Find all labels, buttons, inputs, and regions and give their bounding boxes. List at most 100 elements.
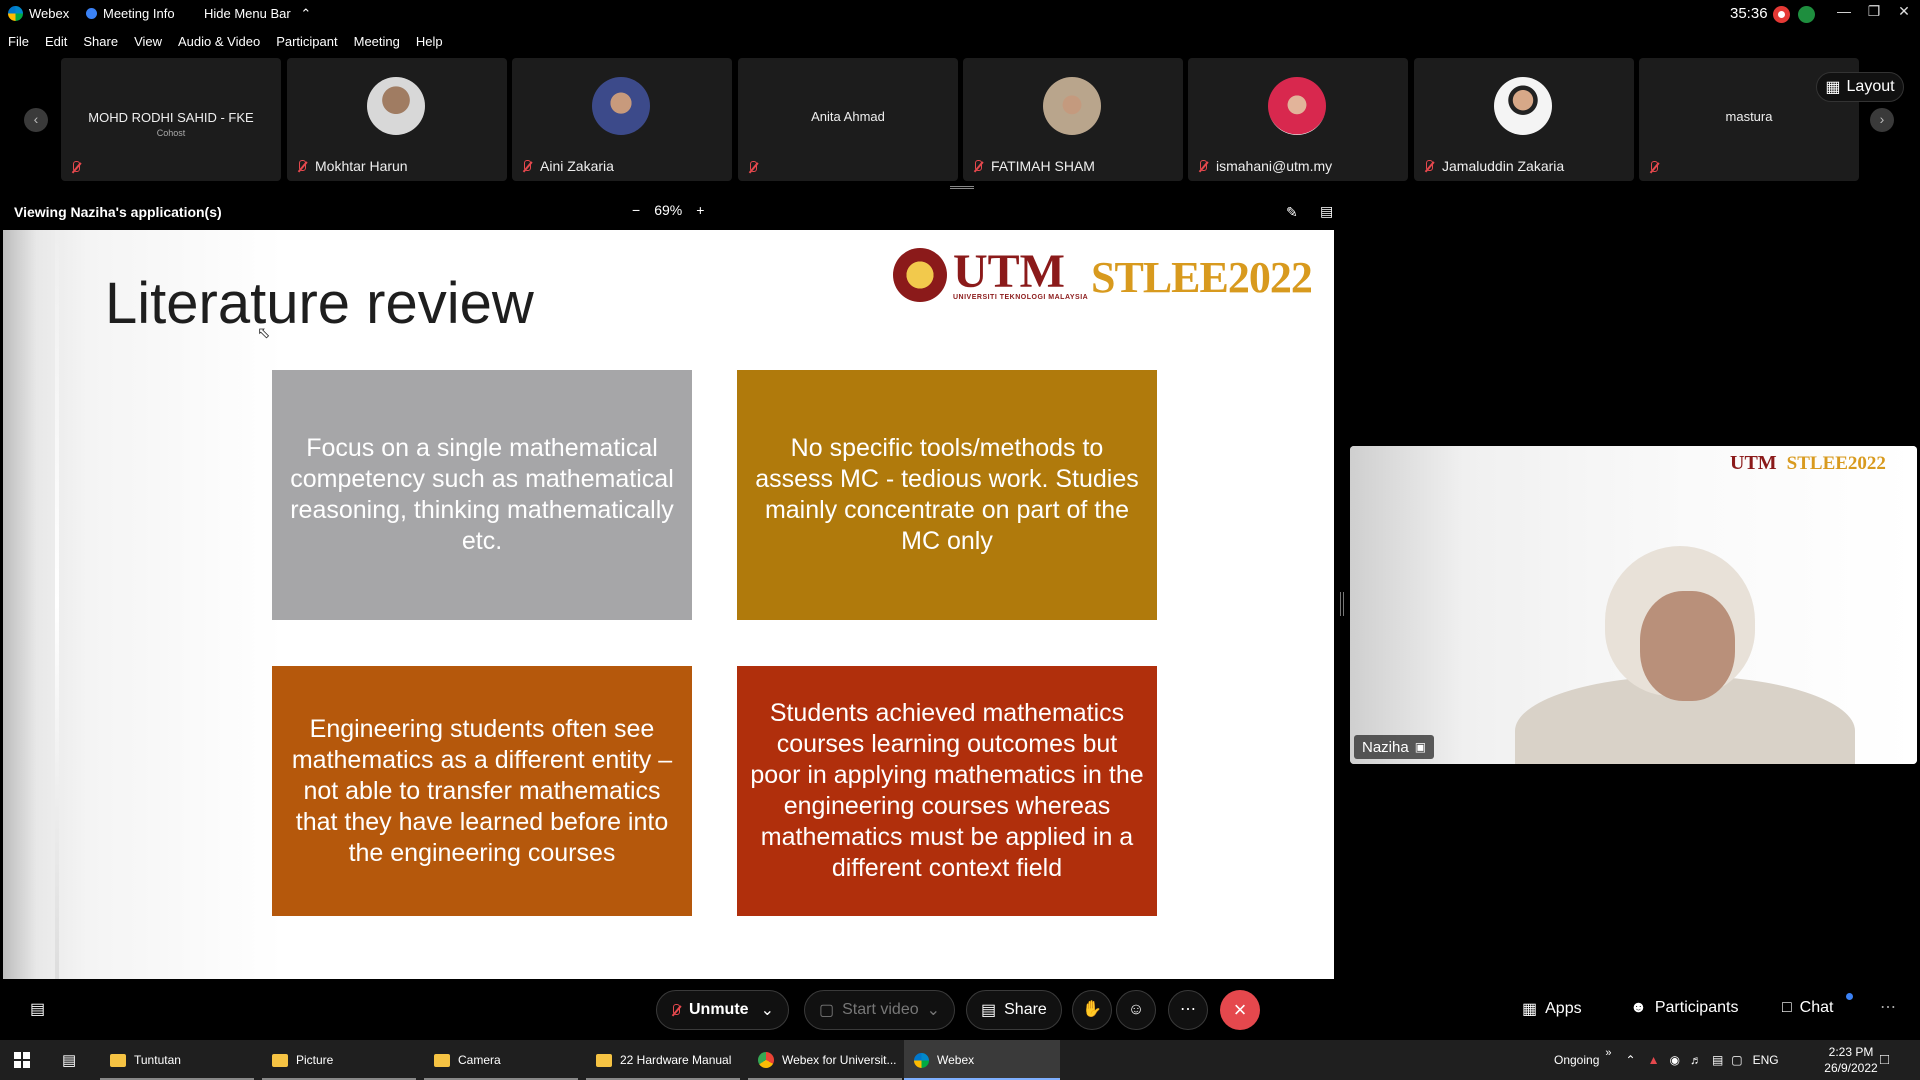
reactions-button[interactable]: ☺	[1116, 990, 1156, 1030]
viewing-label: Viewing Naziha's application(s)	[14, 204, 222, 220]
participant-tile[interactable]: Anita Ahmad	[738, 58, 958, 181]
recording-icon[interactable]	[1773, 6, 1790, 23]
notifications-icon[interactable]: □	[1880, 1051, 1889, 1068]
close-icon[interactable]: ✕	[1892, 3, 1916, 23]
menu-share[interactable]: Share	[83, 34, 118, 54]
language-indicator[interactable]: ENG	[1753, 1053, 1779, 1067]
restore-icon[interactable]: ❐	[1862, 3, 1886, 23]
participant-tile[interactable]: MOHD RODHI SAHID - FKE Cohost	[61, 58, 281, 181]
literature-box-text: Students achieved mathematics courses le…	[750, 699, 1144, 882]
layout-button[interactable]: ▦ Layout	[1816, 72, 1904, 102]
annotate-icon[interactable]: ✎	[1286, 204, 1298, 221]
zoom-out-icon[interactable]: −	[632, 202, 640, 218]
info-icon	[86, 8, 97, 19]
taskbar-item[interactable]: Tuntutan	[100, 1040, 254, 1080]
volume-icon[interactable]: ♬	[1690, 1053, 1702, 1067]
panel-splitter[interactable]	[1340, 592, 1344, 616]
taskbar-item-label: 22 Hardware Manual	[620, 1053, 732, 1067]
share-button[interactable]: ▤ Share	[966, 990, 1062, 1030]
folder-icon	[272, 1053, 288, 1067]
participant-tile[interactable]: Jamaluddin Zakaria	[1414, 58, 1634, 181]
ellipsis-icon[interactable]: ⋯	[1880, 997, 1896, 1017]
participants-button[interactable]: ☻ Participants	[1630, 999, 1738, 1017]
mic-muted-icon	[748, 161, 758, 174]
mic-muted-icon	[522, 159, 532, 173]
strip-resize-handle[interactable]	[950, 186, 974, 189]
menu-help[interactable]: Help	[416, 34, 443, 54]
hide-menu-label: Hide Menu Bar	[204, 6, 291, 21]
literature-box: Engineering students often see mathemati…	[272, 666, 692, 916]
chevron-up-icon[interactable]: ⌃	[1626, 1053, 1636, 1067]
participant-tile[interactable]: ismahani@utm.my	[1188, 58, 1408, 181]
conference-logo: STLEE2022	[1091, 253, 1313, 302]
meeting-info-button[interactable]: Meeting Info	[86, 6, 175, 21]
chevron-down-icon[interactable]: ⌄	[761, 1000, 774, 1020]
taskbar-item-label: Tuntutan	[134, 1053, 181, 1067]
participant-footer: ismahani@utm.my	[1198, 158, 1332, 174]
app-name: Webex	[29, 6, 70, 21]
literature-box-text: Engineering students often see mathemati…	[291, 714, 673, 867]
strip-prev-button[interactable]: ‹	[24, 108, 48, 132]
task-view-icon[interactable]: ▤	[62, 1051, 76, 1069]
menu-edit[interactable]: Edit	[45, 34, 67, 54]
folder-icon	[110, 1053, 126, 1067]
end-call-button[interactable]: ×	[1220, 990, 1260, 1030]
start-video-button[interactable]: ▢ Start video ⌄	[804, 990, 956, 1030]
unmute-button[interactable]: Unmute ⌄	[656, 990, 789, 1030]
literature-box: Students achieved mathematics courses le…	[737, 666, 1157, 916]
hide-menu-bar-button[interactable]: Hide Menu Bar ⌃	[204, 6, 311, 22]
ellipsis-icon: ⋯	[1180, 1001, 1196, 1018]
taskbar-item[interactable]: 22 Hardware Manual	[586, 1040, 740, 1080]
raise-hand-button[interactable]: ✋	[1072, 990, 1112, 1030]
apps-icon: ▦	[1522, 1001, 1538, 1018]
captions-icon[interactable]: ▤	[30, 999, 45, 1019]
chrome-icon	[758, 1052, 774, 1068]
remote-control-icon[interactable]: ▤	[1320, 203, 1333, 220]
taskbar-item[interactable]: Webex for Universit...	[748, 1040, 902, 1080]
menu-participant[interactable]: Participant	[276, 34, 337, 54]
meeting-timer: 35:36	[1730, 5, 1768, 22]
more-options-button[interactable]: ⋯	[1168, 990, 1208, 1030]
strip-next-button[interactable]: ›	[1870, 108, 1894, 132]
minimize-icon[interactable]: —	[1832, 3, 1856, 23]
zoom-in-icon[interactable]: +	[696, 202, 704, 218]
menu-audio-video[interactable]: Audio & Video	[178, 34, 260, 54]
microphone-icon[interactable]: ◉	[1669, 1053, 1679, 1067]
participant-tile[interactable]: FATIMAH SHAM	[963, 58, 1183, 181]
menu-meeting[interactable]: Meeting	[354, 34, 400, 54]
clock-time: 2:23 PM	[1828, 1045, 1874, 1059]
taskbar-item[interactable]: Picture	[262, 1040, 416, 1080]
presenter-video[interactable]: UTM STLEE2022 Naziha ▣	[1350, 446, 1917, 764]
security-icon[interactable]: ▲	[1648, 1053, 1660, 1067]
display-icon[interactable]: ▢	[1731, 1053, 1742, 1067]
chevrons-icon: »	[1605, 1047, 1612, 1059]
taskbar-item-active[interactable]: Webex	[904, 1040, 1060, 1080]
presenter-name: Naziha	[1362, 738, 1409, 756]
participant-tile[interactable]: Aini Zakaria	[512, 58, 732, 181]
network-icon[interactable]: ▤	[1712, 1053, 1723, 1067]
zoom-level: 69%	[654, 202, 683, 218]
taskbar-item[interactable]: Camera	[424, 1040, 578, 1080]
network-health-icon[interactable]	[1798, 6, 1815, 23]
tray-status[interactable]: Ongoing	[1554, 1053, 1599, 1067]
mic-muted-icon	[671, 1003, 681, 1017]
avatar	[367, 77, 425, 135]
chat-button[interactable]: □ Chat	[1782, 999, 1833, 1017]
video-logo-utm: UTM	[1730, 452, 1777, 474]
participant-name: Aini Zakaria	[540, 158, 614, 174]
start-video-label: Start video	[842, 1001, 919, 1018]
unmute-label: Unmute	[689, 1001, 749, 1018]
menu-view[interactable]: View	[134, 34, 162, 54]
participant-role: Cohost	[156, 128, 186, 138]
utm-seal-icon	[893, 248, 947, 302]
chevron-down-icon[interactable]: ⌄	[927, 1000, 940, 1020]
windows-start-icon[interactable]	[14, 1052, 30, 1068]
clock[interactable]: 2:23 PM 26/9/2022	[1812, 1044, 1890, 1076]
video-off-icon: ▢	[819, 1002, 835, 1019]
participant-footer: Aini Zakaria	[522, 158, 614, 174]
apps-label: Apps	[1545, 1000, 1582, 1017]
apps-button[interactable]: ▦ Apps	[1522, 999, 1582, 1019]
participant-tile[interactable]: Mokhtar Harun	[287, 58, 507, 181]
menu-file[interactable]: File	[8, 34, 29, 54]
utm-logo-subtitle: UNIVERSITI TEKNOLOGI MALAYSIA	[953, 293, 1089, 301]
